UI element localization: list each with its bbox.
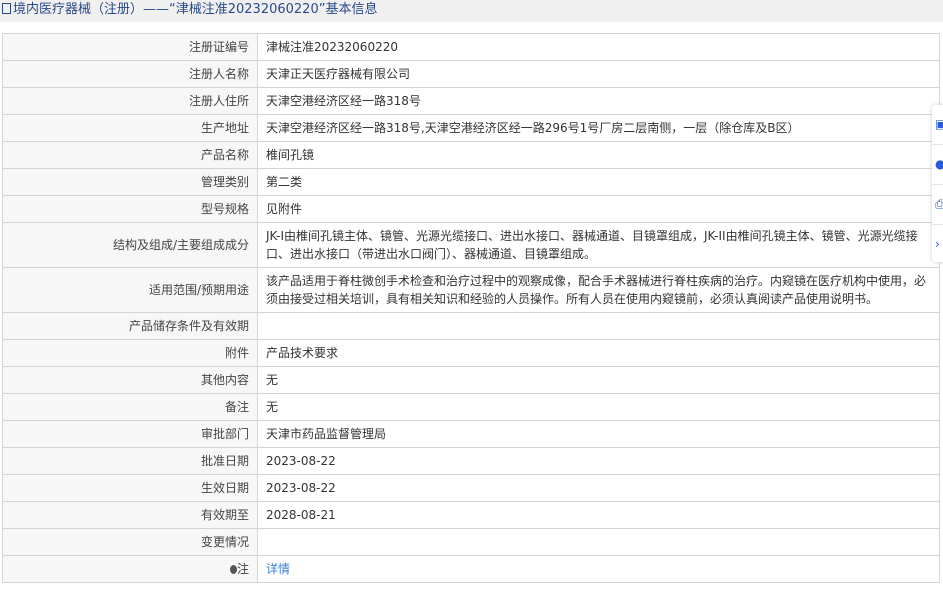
row-label: 有效期至 <box>2 501 258 529</box>
row-label: 产品储存条件及有效期 <box>2 312 258 340</box>
help-icon[interactable]: ● <box>932 145 943 185</box>
lightbulb-icon <box>229 565 237 574</box>
table-row: 有效期至 2028-08-21 <box>2 501 940 529</box>
row-value: 津械注准20232060220 <box>257 33 940 61</box>
table-row: 生效日期 2023-08-22 <box>2 474 940 502</box>
page-title-text: 境内医疗器械（注册）——“津械注准20232060220”基本信息 <box>13 2 378 17</box>
table-row-note: 注 详情 <box>2 555 940 583</box>
row-label: 注册人名称 <box>2 60 258 88</box>
row-label: 注册证编号 <box>2 33 258 61</box>
row-value: 天津市药品监督管理局 <box>257 420 940 448</box>
row-label: 其他内容 <box>2 366 258 394</box>
row-value: 椎间孔镜 <box>257 141 940 169</box>
row-label: 注册人住所 <box>2 87 258 115</box>
table-row: 备注无 <box>2 393 940 421</box>
table-row: 批准日期 2023-08-22 <box>2 447 940 475</box>
row-value: 产品技术要求 <box>257 339 940 367</box>
row-value: 第二类 <box>257 168 940 196</box>
table-row: 注册证编号 津械注准20232060220 <box>2 33 940 61</box>
document-icon <box>2 3 11 14</box>
row-label: 备注 <box>2 393 258 421</box>
row-value <box>257 528 940 556</box>
table-row: 附件 产品技术要求 <box>2 339 940 367</box>
row-value <box>257 312 940 340</box>
feedback-icon[interactable]: ▣ <box>932 105 943 145</box>
table-row: 产品储存条件及有效期 <box>2 312 940 340</box>
row-value: 天津正天医疗器械有限公司 <box>257 60 940 88</box>
row-label: 批准日期 <box>2 447 258 475</box>
table-row: 其他内容无 <box>2 366 940 394</box>
row-value: 天津空港经济区经一路318号 <box>257 87 940 115</box>
info-table: 注册证编号 津械注准20232060220 注册人名称 天津正天医疗器械有限公司 注册人… <box>2 33 940 583</box>
row-label: 生效日期 <box>2 474 258 502</box>
row-label: 附件 <box>2 339 258 367</box>
table-row: 适用范围/预期用途 该产品适用于脊柱微创手术检查和治疗过程中的观察成像，配合手术器… <box>2 267 940 313</box>
table-row: 变更情况 <box>2 528 940 556</box>
table-row: 审批部门 天津市药品监督管理局 <box>2 420 940 448</box>
row-value: 见附件 <box>257 195 940 223</box>
row-value: JK-I由椎间孔镜主体、镜管、光源光缆接口、进出水接口、器械通道、目镜罩组成，J… <box>257 222 940 268</box>
row-value: 无 <box>257 393 940 421</box>
row-value: 2028-08-21 <box>257 501 940 529</box>
table-row: 产品名称 椎间孔镜 <box>2 141 940 169</box>
table-row: 结构及组成/主要组成成分 JK-I由椎间孔镜主体、镜管、光源光缆接口、进出水接口、… <box>2 222 940 268</box>
row-label: 产品名称 <box>2 141 258 169</box>
row-value: 无 <box>257 366 940 394</box>
row-value: 该产品适用于脊柱微创手术检查和治疗过程中的观察成像，配合手术器械进行脊柱疾病的治… <box>257 267 940 313</box>
row-label: 型号规格 <box>2 195 258 223</box>
row-label: 结构及组成/主要组成成分 <box>2 222 258 268</box>
row-label: 适用范围/预期用途 <box>2 267 258 313</box>
floating-toolbar: ▣ ● ⎙ › <box>932 105 943 262</box>
table-row: 注册人名称 天津正天医疗器械有限公司 <box>2 60 940 88</box>
row-value: 天津空港经济区经一路318号,天津空港经济区经一路296号1号厂房二层南侧，一层… <box>257 114 940 142</box>
page-title: 境内医疗器械（注册）——“津械注准20232060220”基本信息 <box>0 0 943 22</box>
table-row: 型号规格 见附件 <box>2 195 940 223</box>
print-icon[interactable]: ⎙ <box>932 185 943 225</box>
row-label: 注 <box>2 555 258 583</box>
table-row: 管理类别 第二类 <box>2 168 940 196</box>
row-value: 2023-08-22 <box>257 474 940 502</box>
collapse-chevron-icon[interactable]: › <box>932 225 943 264</box>
row-value: 2023-08-22 <box>257 447 940 475</box>
table-row: 生产地址 天津空港经济区经一路318号,天津空港经济区经一路296号1号厂房二层南… <box>2 114 940 142</box>
row-label: 生产地址 <box>2 114 258 142</box>
row-value: 详情 <box>257 555 940 583</box>
row-label: 变更情况 <box>2 528 258 556</box>
table-row: 注册人住所 天津空港经济区经一路318号 <box>2 87 940 115</box>
row-label: 管理类别 <box>2 168 258 196</box>
row-label: 审批部门 <box>2 420 258 448</box>
details-link[interactable]: 详情 <box>266 562 290 576</box>
note-label: 注 <box>236 562 249 576</box>
